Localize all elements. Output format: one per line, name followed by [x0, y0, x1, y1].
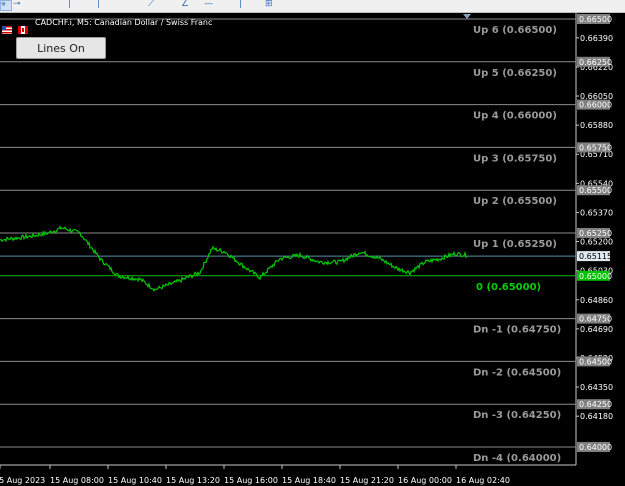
level-label: Up 3 (0.65750) [473, 153, 557, 164]
price-chart[interactable]: Up 6 (0.66500) Up 5 (0.66250) Up 4 (0.6600… [0, 13, 625, 486]
price-tick-label: 0.65370 [580, 208, 613, 217]
level-label: Dn -4 (0.64000) [473, 453, 561, 464]
price-tick-label: 0.64180 [580, 412, 613, 421]
price-tick-label: 0.64350 [580, 383, 613, 392]
level-badge-label: 0.66500 [579, 15, 612, 24]
vertical-line-icon[interactable]: | [239, 0, 253, 11]
flag-icon [18, 19, 28, 34]
time-tick-label: 16 Aug 00:00 [398, 476, 452, 485]
vertical-line-icon[interactable]: | [97, 0, 111, 11]
level-badge-label: 0.64500 [579, 357, 612, 366]
vertical-line-icon[interactable]: | [68, 0, 82, 11]
level-badge-label: 0.66250 [579, 58, 612, 67]
level-badge-label: 0.65750 [579, 143, 612, 152]
level-label: 0 (0.65000) [476, 282, 541, 293]
price-tick-label: 0.64690 [580, 325, 613, 334]
crosshair-icon[interactable]: ⌖ [0, 0, 12, 11]
time-tick-label: 15 Aug 21:20 [340, 476, 394, 485]
level-badge-label: 0.65250 [579, 229, 612, 238]
time-tick-label: 15 Aug 2023 [0, 476, 45, 485]
level-label: Up 6 (0.66500) [473, 25, 557, 36]
time-tick-label: 15 Aug 13:20 [166, 476, 220, 485]
channel-icon[interactable]: ⊞ [265, 0, 279, 11]
level-badge-label: 0.64750 [579, 315, 612, 324]
connector-icon[interactable]: ⊸ [13, 0, 27, 11]
time-tick-label: 15 Aug 10:40 [108, 476, 162, 485]
drawing-toolbar: ⌖ ⊸ | | ⟋ ∠ — | ⊞ [0, 0, 625, 13]
time-tick-label: 16 Aug 02:40 [456, 476, 510, 485]
price-tick-label: 0.64860 [580, 296, 613, 305]
level-label: Up 2 (0.65500) [473, 196, 557, 207]
level-badge-label: 0.64250 [579, 400, 612, 409]
price-tick-label: 0.66390 [580, 34, 613, 43]
level-label: Dn -3 (0.64250) [473, 410, 561, 421]
current-price-badge-label: 0.65115 [579, 252, 612, 261]
level-badge-label: 0.65500 [579, 186, 612, 195]
level-label: Up 1 (0.65250) [473, 239, 557, 250]
angle-line-icon[interactable]: ∠ [181, 0, 195, 11]
level-badge-label: 0.65000 [579, 272, 612, 281]
time-tick-label: 15 Aug 18:40 [282, 476, 336, 485]
price-tick-label: 0.65880 [580, 121, 613, 130]
level-label: Up 4 (0.66000) [473, 111, 557, 122]
level-badge-label: 0.66000 [579, 101, 612, 110]
symbol-title: CADCHF.i, M5: Canadian Dollar / Swiss Fr… [35, 18, 213, 27]
level-label: Up 5 (0.66250) [473, 68, 557, 79]
price-tick-label: 0.65200 [580, 238, 613, 247]
flag-icon [2, 19, 12, 34]
time-tick-label: 15 Aug 16:00 [224, 476, 278, 485]
level-label: Dn -1 (0.64750) [473, 325, 561, 336]
level-badge-label: 0.64000 [579, 443, 612, 452]
time-tick-label: 15 Aug 08:00 [50, 476, 104, 485]
horizontal-line-icon[interactable]: — [204, 0, 218, 11]
level-label: Dn -2 (0.64500) [473, 367, 561, 378]
lines-on-button[interactable]: Lines On [16, 37, 106, 59]
trendline-icon[interactable]: ⟋ [148, 0, 162, 11]
